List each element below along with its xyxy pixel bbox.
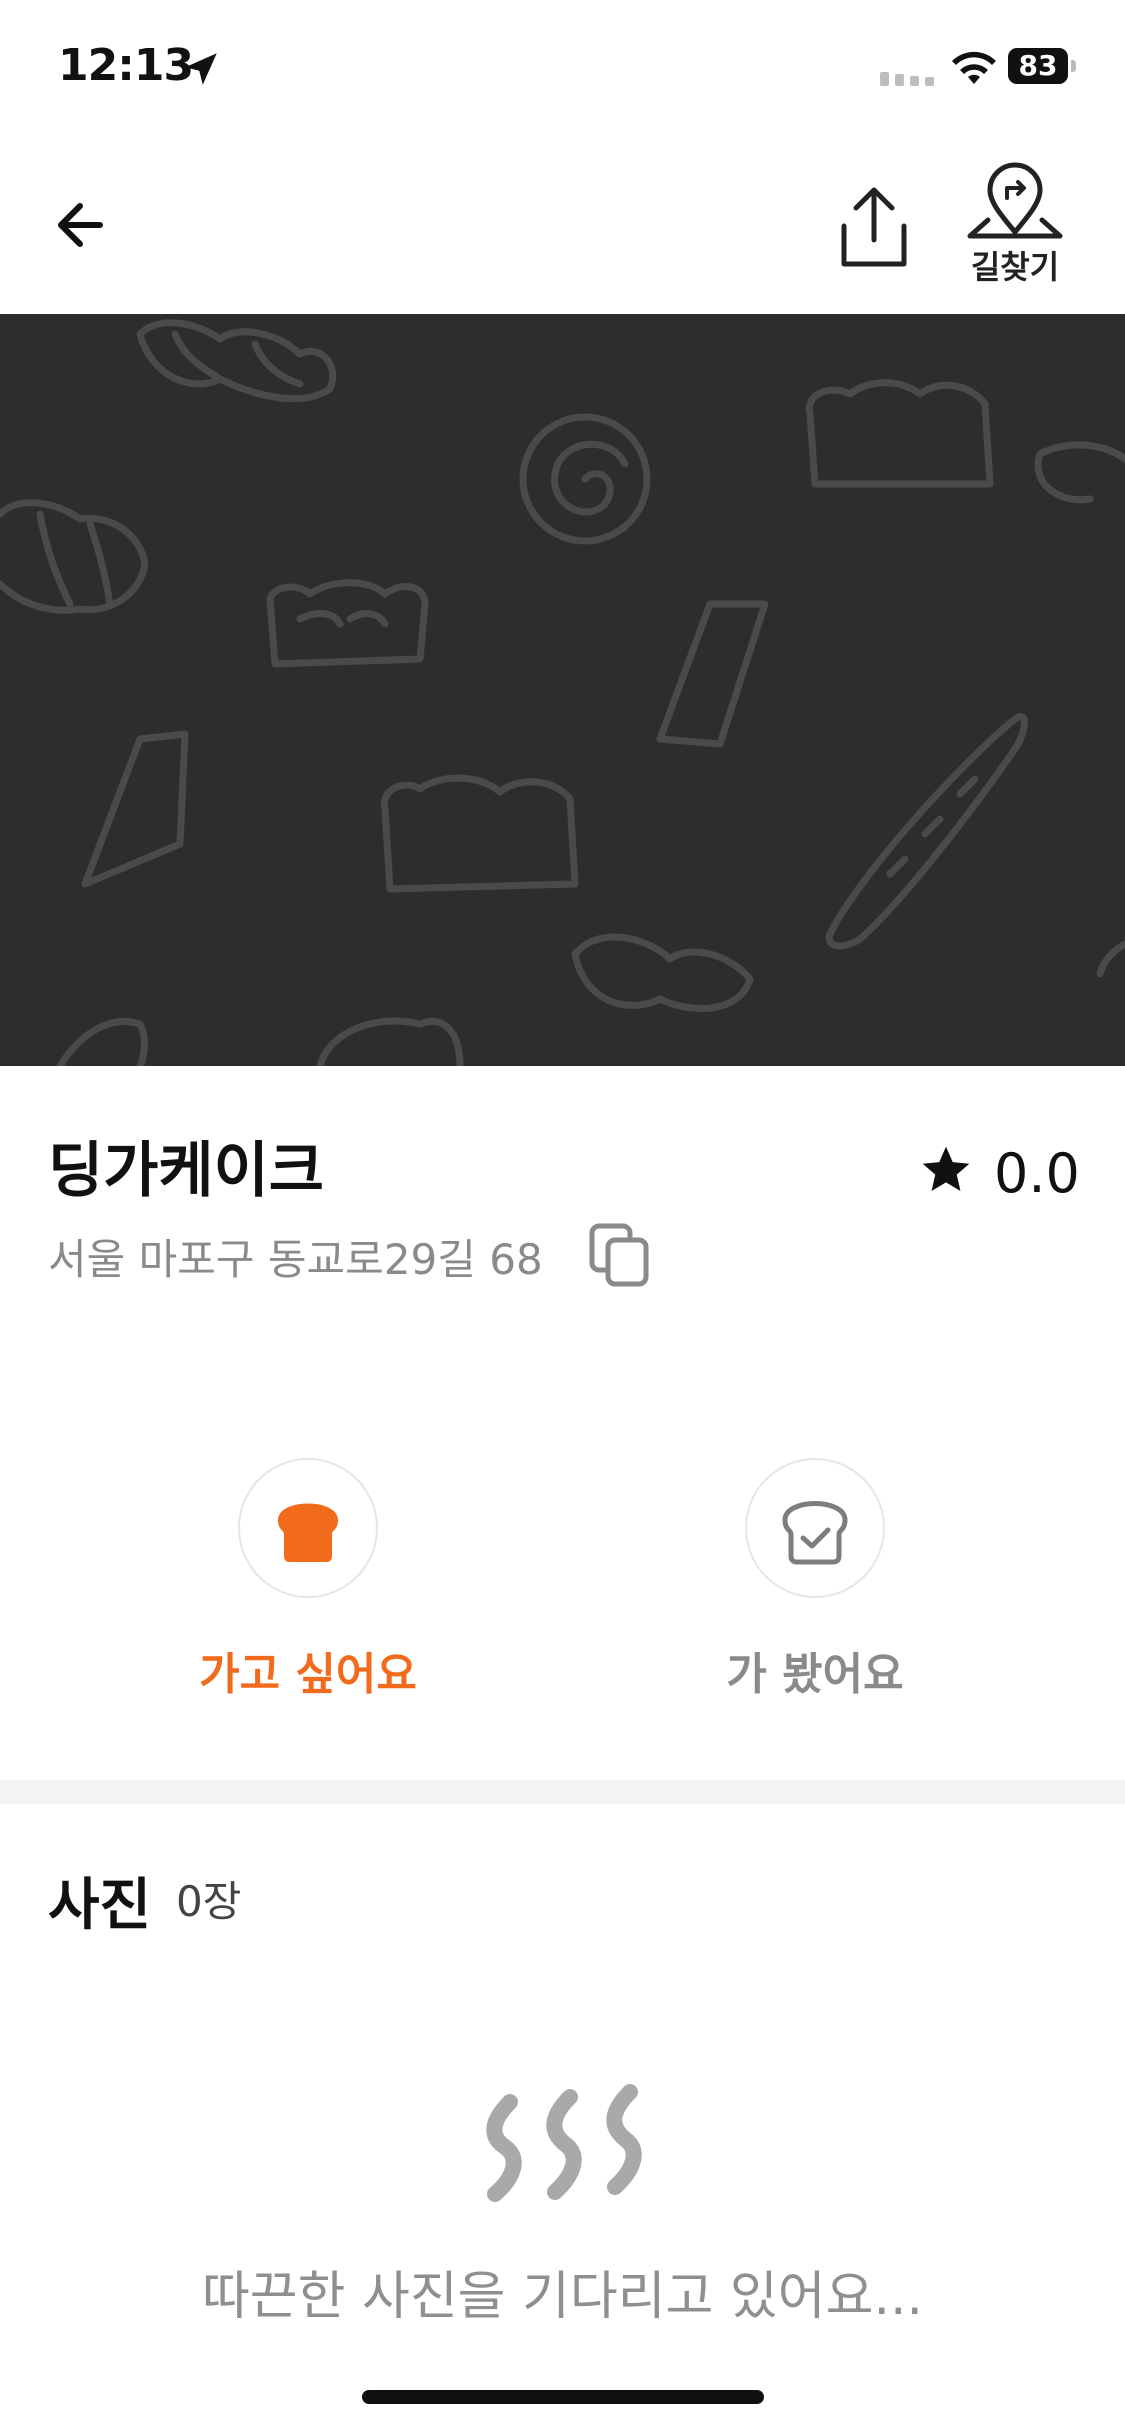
bread-icon [278, 1503, 338, 1562]
shop-address: 서울 마포구 동교로29길 68 [48, 1235, 543, 1284]
want-to-go-label[interactable]: 가고 싶어요 [150, 1638, 466, 1702]
want-to-go-button[interactable] [238, 1458, 378, 1598]
visited-label[interactable]: 가 봤어요 [660, 1638, 970, 1702]
directions-label: 길찾기 [970, 248, 1060, 286]
signal-icon [880, 72, 934, 86]
photos-section-title: 사진 [48, 1873, 152, 1938]
rating-value: 0.0 [994, 1142, 1080, 1205]
wifi-icon [952, 51, 996, 84]
section-divider [0, 1780, 1125, 1804]
copy-icon[interactable] [588, 1222, 654, 1288]
steam-squiggle-icon [486, 2084, 642, 2202]
photos-empty-message: 따끈한 사진을 기다리고 있어요... [201, 2267, 924, 2327]
battery-level: 83 [1008, 48, 1068, 84]
bread-check-icon [782, 1501, 848, 1565]
shop-name: 딩가케이크 [48, 1136, 324, 1206]
battery-icon: 83 [1008, 48, 1078, 88]
home-indicator[interactable] [362, 2390, 764, 2404]
map-pin-route-icon [967, 162, 1063, 239]
star-icon [922, 1146, 970, 1191]
location-arrow-icon [185, 53, 217, 85]
directions-button[interactable]: 길찾기 [950, 160, 1080, 290]
visited-button[interactable] [745, 1458, 885, 1598]
photos-count: 0장 [176, 1877, 242, 1926]
share-icon[interactable] [826, 178, 922, 278]
arrow-left-icon[interactable] [40, 180, 130, 270]
status-time: 12:13 [58, 40, 194, 91]
hero-bakery-pattern-image [0, 314, 1125, 1066]
